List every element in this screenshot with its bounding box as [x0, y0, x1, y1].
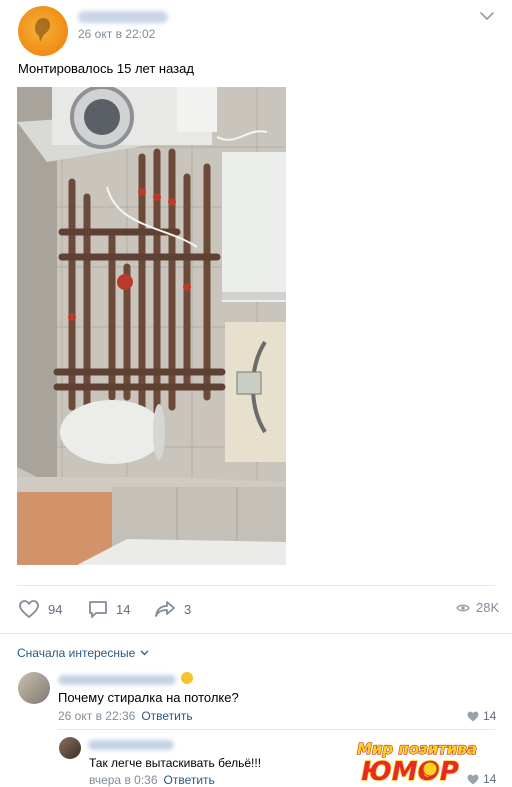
svg-text:ЮМОР: ЮМОР [361, 757, 459, 786]
avatar-logo-icon [35, 18, 51, 42]
reply-link[interactable]: Ответить [141, 709, 192, 723]
chevron-down-icon [140, 650, 149, 656]
reply-author-blurred[interactable] [88, 740, 174, 750]
comment-author-blurred[interactable] [58, 675, 176, 685]
comments-sort-label: Сначала интересные [17, 646, 136, 660]
emoji-badge-icon [181, 672, 193, 684]
reply-date[interactable]: вчера в 0:36 [89, 773, 158, 787]
post-date[interactable]: 26 окт в 22:02 [78, 27, 155, 41]
comment-button[interactable]: 14 [88, 598, 130, 620]
author-avatar[interactable] [18, 6, 68, 56]
eye-icon [456, 604, 470, 611]
comment-icon [89, 601, 107, 618]
comment-count: 14 [116, 601, 131, 617]
comments-divider [0, 633, 512, 634]
share-button[interactable]: 3 [154, 598, 191, 620]
comment-date[interactable]: 26 окт в 22:36 [58, 709, 135, 723]
reply-meta: вчера в 0:36 Ответить [89, 773, 215, 787]
post-photo[interactable] [17, 87, 286, 565]
like-count: 94 [48, 601, 63, 617]
reply-link[interactable]: Ответить [164, 773, 215, 787]
comments-sort-dropdown[interactable]: Сначала интересные [17, 646, 149, 660]
comment-meta: 26 окт в 22:36 Ответить [58, 709, 193, 723]
comment-text: Почему стиралка на потолке? [58, 690, 239, 705]
share-count: 3 [184, 601, 192, 617]
share-icon [155, 601, 175, 617]
comment-divider [58, 729, 495, 730]
like-button[interactable]: 94 [18, 598, 62, 620]
reply-avatar[interactable] [59, 737, 81, 759]
watermark-logo: Мир позитива ЮМОР [356, 739, 477, 786]
heart-icon [19, 600, 39, 618]
comment-avatar[interactable] [18, 672, 50, 704]
comment-like-button[interactable]: 14 [467, 709, 496, 723]
author-name-blurred[interactable] [78, 11, 168, 23]
views-count: 28K [476, 600, 500, 615]
chevron-down-icon[interactable] [478, 9, 496, 23]
svg-text:Мир позитива: Мир позитива [357, 740, 477, 758]
reply-text: Так легче вытаскивать бельё!!! [89, 756, 262, 770]
boiler-room-photo [17, 87, 286, 565]
post-text: Монтировалось 15 лет назад [18, 61, 194, 76]
comment-like-count: 14 [483, 709, 497, 723]
actions-divider [17, 585, 495, 586]
heart-icon [467, 711, 479, 721]
views-counter: 28K [456, 600, 499, 615]
